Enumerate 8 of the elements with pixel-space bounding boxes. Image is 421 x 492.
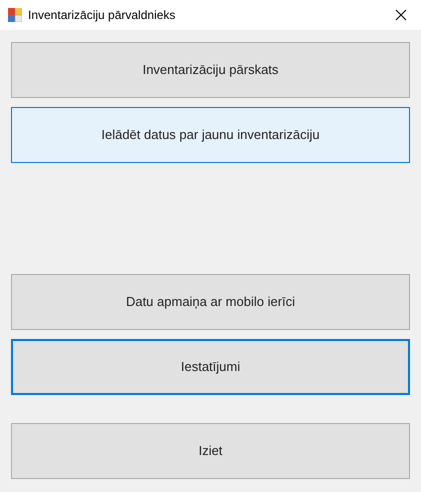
window-title: Inventarizāciju pārvaldnieks	[28, 7, 176, 24]
menu-button[interactable]: Iestatījumi	[11, 339, 410, 395]
menu-button[interactable]: Iziet	[11, 423, 410, 479]
app-icon	[8, 8, 22, 22]
close-icon	[395, 9, 407, 21]
menu-button[interactable]: Datu apmaiņa ar mobilo ierīci	[11, 274, 410, 330]
menu-button[interactable]: Ielādēt datus par jaunu inventarizāciju	[11, 107, 410, 163]
menu-button[interactable]: Inventarizāciju pārskats	[11, 42, 410, 98]
